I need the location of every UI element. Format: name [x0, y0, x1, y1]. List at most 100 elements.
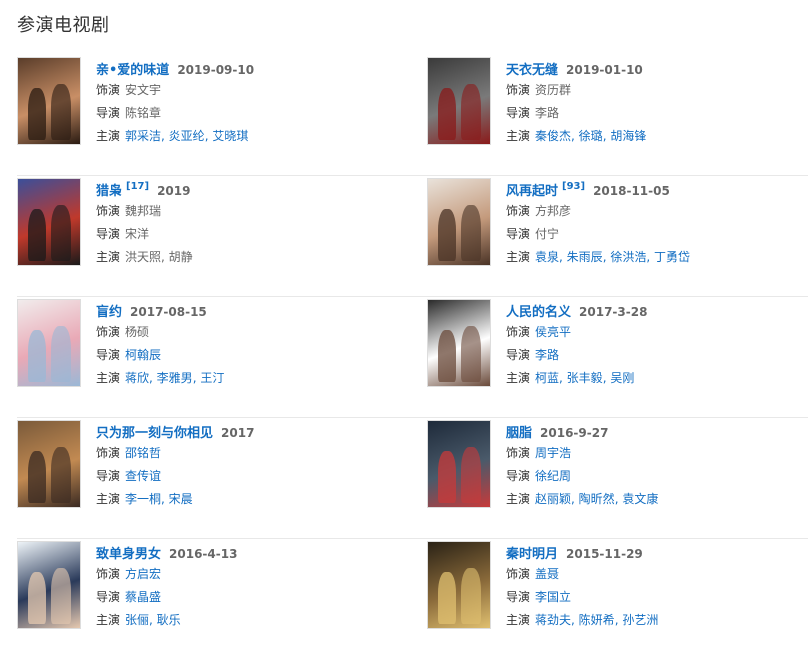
role-name: 方邦彦 — [535, 204, 572, 218]
cast-label: 主演 — [96, 129, 121, 143]
cast-label: 主演 — [96, 371, 121, 385]
role-line: 饰演 侯亮平 — [506, 321, 647, 344]
director-name[interactable]: 李国立 — [535, 590, 571, 604]
role-name[interactable]: 侯亮平 — [535, 325, 571, 339]
cast-name[interactable]: 袁文康 — [622, 492, 658, 506]
director-name[interactable]: 查传谊 — [125, 469, 161, 483]
drama-poster-image[interactable] — [17, 541, 81, 629]
director-label: 导演 — [506, 348, 531, 362]
cast-label: 主演 — [96, 613, 121, 627]
drama-title-link[interactable]: 致单身男女 — [96, 543, 161, 562]
drama-poster-image[interactable] — [427, 57, 491, 145]
cast-label: 主演 — [506, 129, 531, 143]
name-separator: , — [161, 250, 169, 264]
cast-name[interactable]: 炎亚纶 — [169, 129, 205, 143]
cast-name[interactable]: 陈妍希 — [579, 613, 615, 627]
director-name[interactable]: 蔡晶盛 — [125, 590, 161, 604]
cast-name[interactable]: 丁勇岱 — [654, 250, 690, 264]
drama-poster-image[interactable] — [427, 178, 491, 266]
cast-label: 主演 — [96, 492, 121, 506]
drama-info: 亲•爱的味道 2019-09-10 饰演 安文宇 导演 陈铭章 主演 郭采洁, 炎亚纶, 艾晓… — [96, 57, 254, 176]
drama-poster-image[interactable] — [427, 541, 491, 629]
drama-row: 盲约 2017-08-15 饰演 杨硕 导演 柯翰辰 主演 蒋欣, 李雅男, 王汀 人民的名义 2… — [17, 297, 808, 418]
cast-name[interactable]: 徐洪浩 — [610, 250, 646, 264]
cast-name[interactable]: 柯蓝 — [535, 371, 559, 385]
cast-name[interactable]: 胡海锋 — [610, 129, 646, 143]
drama-info: 风再起时 [93] 2018-11-05 饰演 方邦彦 导演 付宁 主演 袁泉, 朱雨辰, 徐洪… — [506, 178, 690, 297]
cast-name[interactable]: 袁泉 — [535, 250, 559, 264]
cast-name[interactable]: 李雅男 — [157, 371, 193, 385]
drama-poster-image[interactable] — [17, 57, 81, 145]
drama-item: 猎枭 [17] 2019 饰演 魏邦瑞 导演 宋洋 主演 洪天照, 胡静 — [17, 176, 427, 297]
drama-item: 秦时明月 2015-11-29 饰演 盖聂 导演 李国立 主演 蒋劲夫, 陈妍希, 孙艺洲 — [427, 539, 808, 650]
drama-row: 亲•爱的味道 2019-09-10 饰演 安文宇 导演 陈铭章 主演 郭采洁, 炎亚纶, 艾晓… — [17, 55, 808, 176]
drama-poster-image[interactable] — [17, 420, 81, 508]
drama-title-link[interactable]: 人民的名义 — [506, 301, 571, 320]
cast-name[interactable]: 徐璐 — [579, 129, 603, 143]
drama-title-line: 致单身男女 2016-4-13 — [96, 543, 237, 563]
director-name[interactable]: 徐纪周 — [535, 469, 571, 483]
role-line: 饰演 安文宇 — [96, 79, 254, 102]
cast-label: 主演 — [506, 613, 531, 627]
role-name[interactable]: 邵铭哲 — [125, 446, 161, 460]
cast-label: 主演 — [506, 371, 531, 385]
cast-name[interactable]: 蒋劲夫 — [535, 613, 571, 627]
role-name[interactable]: 周宇浩 — [535, 446, 571, 460]
role-name: 魏邦瑞 — [125, 204, 162, 218]
director-name[interactable]: 柯翰辰 — [125, 348, 161, 362]
cast-name[interactable]: 孙艺洲 — [622, 613, 658, 627]
cast-name[interactable]: 吴刚 — [610, 371, 634, 385]
drama-title-link[interactable]: 盲约 — [96, 301, 122, 320]
cast-name[interactable]: 耿乐 — [157, 613, 181, 627]
director-line: 导演 宋洋 — [96, 223, 193, 246]
cast-name[interactable]: 王汀 — [200, 371, 224, 385]
cast-label: 主演 — [506, 250, 531, 264]
cast-name[interactable]: 朱雨辰 — [567, 250, 603, 264]
cast-name[interactable]: 艾晓琪 — [212, 129, 248, 143]
director-label: 导演 — [96, 469, 121, 483]
drama-title-link[interactable]: 天衣无缝 — [506, 59, 558, 78]
cast-name[interactable]: 郭采洁 — [125, 129, 161, 143]
director-line: 导演 陈铭章 — [96, 102, 254, 125]
cast-name[interactable]: 蒋欣 — [125, 371, 149, 385]
director-label: 导演 — [506, 106, 531, 120]
role-line: 饰演 方邦彦 — [506, 200, 690, 223]
director-line: 导演 李路 — [506, 102, 646, 125]
director-label: 导演 — [506, 227, 531, 241]
cast-name[interactable]: 陶昕然 — [579, 492, 615, 506]
drama-poster-image[interactable] — [427, 420, 491, 508]
drama-title-link[interactable]: 风再起时 — [506, 180, 558, 199]
drama-poster-image[interactable] — [17, 299, 81, 387]
drama-title-link[interactable]: 只为那一刻与你相见 — [96, 422, 213, 441]
cast-name[interactable]: 张丰毅 — [567, 371, 603, 385]
drama-title-link[interactable]: 胭脂 — [506, 422, 532, 441]
cast-name: 洪天照 — [125, 250, 162, 264]
cast-name[interactable]: 秦俊杰 — [535, 129, 571, 143]
drama-title-link[interactable]: 猎枭 — [96, 180, 122, 199]
role-label: 饰演 — [506, 325, 531, 339]
name-separator: , — [646, 250, 654, 264]
role-name[interactable]: 方启宏 — [125, 567, 161, 581]
drama-title-link[interactable]: 秦时明月 — [506, 543, 558, 562]
cast-line: 主演 袁泉, 朱雨辰, 徐洪浩, 丁勇岱 — [506, 246, 690, 269]
drama-title-link[interactable]: 亲•爱的味道 — [96, 59, 169, 78]
cast-name[interactable]: 李一桐 — [125, 492, 161, 506]
role-label: 饰演 — [506, 567, 531, 581]
cast-name[interactable]: 赵丽颖 — [535, 492, 571, 506]
reference-superscript[interactable]: [93] — [562, 181, 585, 192]
director-label: 导演 — [96, 227, 121, 241]
name-separator: , — [571, 492, 579, 506]
drama-poster-image[interactable] — [427, 299, 491, 387]
director-name[interactable]: 李路 — [535, 348, 559, 362]
drama-poster-image[interactable] — [17, 178, 81, 266]
air-date: 2016-9-27 — [540, 426, 609, 440]
role-line: 饰演 邵铭哲 — [96, 442, 254, 465]
cast-name[interactable]: 张俪 — [125, 613, 149, 627]
reference-superscript[interactable]: [17] — [126, 181, 149, 192]
role-name[interactable]: 盖聂 — [535, 567, 559, 581]
cast-label: 主演 — [96, 250, 121, 264]
drama-item: 致单身男女 2016-4-13 饰演 方启宏 导演 蔡晶盛 主演 张俪, 耿乐 — [17, 539, 427, 650]
cast-name[interactable]: 宋晨 — [169, 492, 193, 506]
role-name: 杨硕 — [125, 325, 150, 339]
drama-info: 人民的名义 2017-3-28 饰演 侯亮平 导演 李路 主演 柯蓝, 张丰毅, 吴刚 — [506, 299, 647, 418]
